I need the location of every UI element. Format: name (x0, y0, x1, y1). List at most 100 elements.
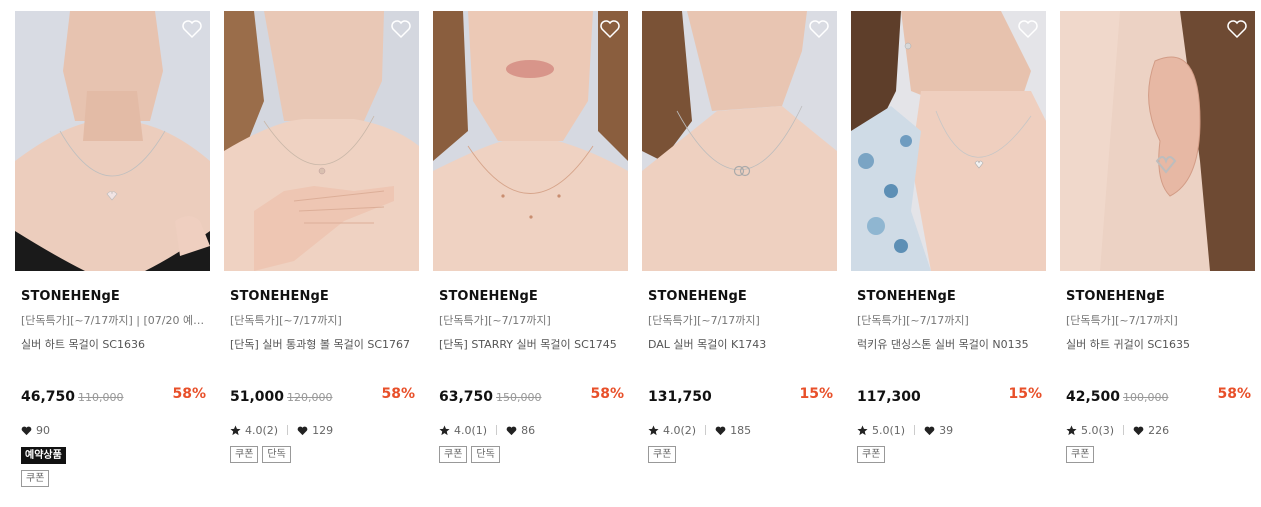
sale-price: 46,750 (21, 389, 76, 405)
product-card[interactable]: STONEHENgE [단독특가][~7/17까지] DAL 실버 목걸이 K1… (642, 11, 837, 463)
sale-price: 131,750 (648, 389, 712, 405)
price-row: 63,750 150,000 58% (439, 386, 624, 408)
product-meta: 4.0(2) 129 (230, 423, 333, 437)
product-image[interactable] (224, 11, 419, 271)
heart-outline-icon[interactable] (807, 17, 831, 41)
exclusive-tag: 단독 (471, 446, 500, 463)
star-icon (230, 424, 241, 435)
tag-list: 쿠폰 (857, 446, 886, 463)
heart-outline-icon[interactable] (598, 17, 622, 41)
product-photo (1060, 11, 1255, 271)
discount-rate: 58% (1217, 386, 1251, 402)
tag-list: 쿠폰 (648, 446, 677, 463)
product-image[interactable] (851, 11, 1046, 271)
product-meta: 90 (21, 423, 50, 437)
like-count: 90 (36, 423, 50, 437)
sale-price: 63,750 (439, 389, 494, 405)
product-card[interactable]: STONEHENgE [단독특가][~7/17까지] [단독] STARRY 실… (433, 11, 628, 463)
meta-divider (914, 425, 916, 435)
sale-price: 51,000 (230, 389, 285, 405)
tag-list: 쿠폰 단독 (439, 446, 500, 463)
product-photo (433, 11, 628, 271)
coupon-tag: 쿠폰 (230, 446, 259, 463)
meta-divider (496, 425, 498, 435)
price-row: 117,300 15% (857, 386, 1042, 408)
star-icon (857, 424, 868, 435)
price-row: 51,000 120,000 58% (230, 386, 415, 408)
product-meta: 4.0(2) 185 (648, 423, 751, 437)
discount-rate: 58% (590, 386, 624, 402)
product-image[interactable] (642, 11, 837, 271)
product-card[interactable]: STONEHENgE [단독특가][~7/17까지] [단독] 실버 통과형 볼… (224, 11, 419, 463)
product-card[interactable]: STONEHENgE [단독특가][~7/17까지] 럭키유 댄싱스톤 실버 목… (851, 11, 1046, 463)
product-promo: [단독특가][~7/17까지] (1066, 314, 1178, 327)
product-brand[interactable]: STONEHENgE (857, 289, 1046, 304)
heart-outline-icon[interactable] (1016, 17, 1040, 41)
original-price: 100,000 (1123, 391, 1169, 404)
product-promo: [단독특가][~7/17까지] (439, 314, 551, 327)
product-photo (15, 11, 210, 271)
tag-list: 쿠폰 (1066, 446, 1095, 463)
coupon-tag: 쿠폰 (648, 446, 677, 463)
product-name[interactable]: [단독] STARRY 실버 목걸이 SC1745 (439, 336, 625, 352)
product-card[interactable]: STONEHENgE [단독특가][~7/17까지] | [07/20 예약배송… (15, 11, 210, 487)
product-promo: [단독특가][~7/17까지] (857, 314, 969, 327)
reservation-badge: 예약상품 (21, 447, 66, 464)
like-count: 226 (1148, 423, 1170, 437)
exclusive-tag: 단독 (262, 446, 291, 463)
rating: 5.0(3) (1081, 423, 1115, 437)
product-promo: [단독특가][~7/17까지] (230, 314, 342, 327)
product-photo (224, 11, 419, 271)
original-price: 110,000 (78, 391, 124, 404)
like-count: 39 (939, 423, 954, 437)
product-name[interactable]: 실버 하트 목걸이 SC1636 (21, 336, 207, 352)
rating: 5.0(1) (872, 423, 906, 437)
discount-rate: 15% (1008, 386, 1042, 402)
product-image[interactable] (15, 11, 210, 271)
rating: 4.0(1) (454, 423, 488, 437)
product-image[interactable] (1060, 11, 1255, 271)
price-row: 131,750 15% (648, 386, 833, 408)
product-brand[interactable]: STONEHENgE (21, 289, 210, 304)
product-promo: [단독특가][~7/17까지] | [07/20 예약배송] (21, 314, 207, 327)
product-name[interactable]: [단독] 실버 통과형 볼 목걸이 SC1767 (230, 336, 416, 352)
tag-list: 쿠폰 (21, 470, 50, 487)
tag-list: 쿠폰 단독 (230, 446, 291, 463)
discount-rate: 58% (172, 386, 206, 402)
product-name[interactable]: 럭키유 댄싱스톤 실버 목걸이 N0135 (857, 336, 1043, 352)
heart-icon (924, 426, 935, 435)
coupon-tag: 쿠폰 (1066, 446, 1095, 463)
coupon-tag: 쿠폰 (857, 446, 886, 463)
heart-icon (715, 426, 726, 435)
product-image[interactable] (433, 11, 628, 271)
heart-outline-icon[interactable] (1225, 17, 1249, 41)
product-meta: 5.0(3) 226 (1066, 423, 1169, 437)
like-count: 129 (312, 423, 334, 437)
product-brand[interactable]: STONEHENgE (439, 289, 628, 304)
star-icon (648, 424, 659, 435)
product-brand[interactable]: STONEHENgE (230, 289, 419, 304)
product-name[interactable]: DAL 실버 목걸이 K1743 (648, 336, 834, 352)
rating: 4.0(2) (663, 423, 697, 437)
product-photo (851, 11, 1046, 271)
coupon-tag: 쿠폰 (21, 470, 50, 487)
product-name[interactable]: 실버 하트 귀걸이 SC1635 (1066, 336, 1252, 352)
original-price: 150,000 (496, 391, 542, 404)
rating: 4.0(2) (245, 423, 279, 437)
sale-price: 42,500 (1066, 389, 1121, 405)
product-meta: 4.0(1) 86 (439, 423, 535, 437)
product-brand[interactable]: STONEHENgE (1066, 289, 1255, 304)
meta-divider (287, 425, 289, 435)
star-icon (1066, 424, 1077, 435)
heart-icon (21, 426, 32, 435)
heart-outline-icon[interactable] (389, 17, 413, 41)
product-card[interactable]: STONEHENgE [단독특가][~7/17까지] 실버 하트 귀걸이 SC1… (1060, 11, 1255, 463)
discount-rate: 15% (799, 386, 833, 402)
like-count: 86 (521, 423, 536, 437)
price-row: 42,500 100,000 58% (1066, 386, 1251, 408)
heart-icon (297, 426, 308, 435)
heart-outline-icon[interactable] (180, 17, 204, 41)
product-brand[interactable]: STONEHENgE (648, 289, 837, 304)
sale-price: 117,300 (857, 389, 921, 405)
price-row: 46,750 110,000 58% (21, 386, 206, 408)
